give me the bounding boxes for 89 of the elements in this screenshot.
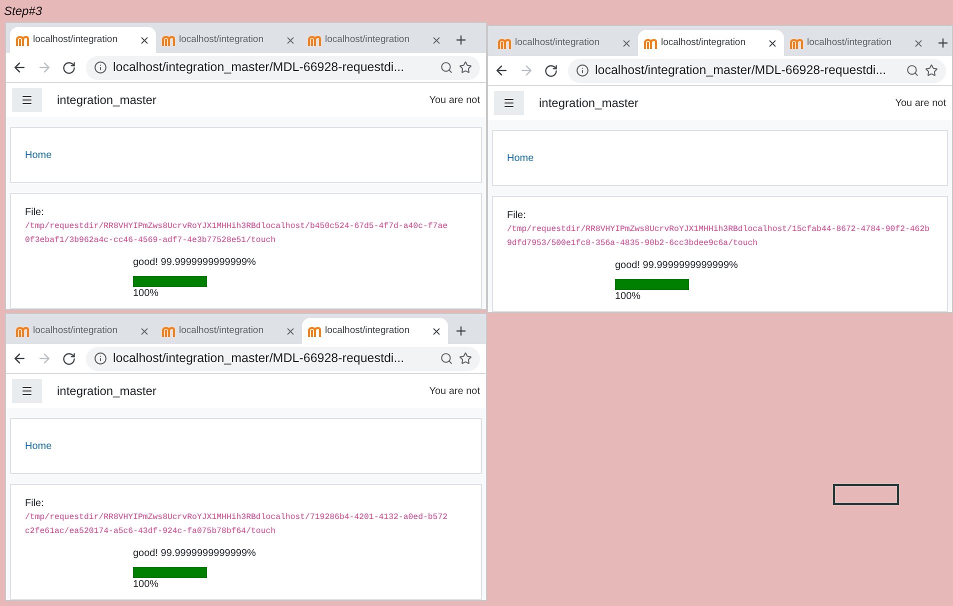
browser-tab[interactable]: localhost/integration (492, 30, 638, 56)
progress-label: 100% (133, 287, 160, 300)
address-bar[interactable]: localhost/integration_master/MDL-66928-requestdi... (86, 346, 480, 370)
site-name: integration_master (57, 92, 156, 109)
home-link[interactable]: Home (25, 438, 52, 454)
close-icon[interactable] (139, 326, 150, 336)
bookmark-star-icon[interactable] (925, 64, 938, 77)
menu-button[interactable] (12, 88, 42, 112)
favicon-icon (16, 34, 29, 46)
status-text: good! 99.9999999999999% (133, 547, 257, 561)
zoom-icon[interactable] (906, 64, 919, 77)
home-link[interactable]: Home (25, 148, 52, 162)
menu-button[interactable] (494, 91, 524, 115)
file-path: /tmp/requestdir/RR8VHYIPmZws8UcrvRoYJX1MHHih3RBdlocalhost/15cfab44-8672-4784-90f2-462b9dfd7953/500e1fc8-356a-4835-90b2-6cc3bdee9c6a/touch (507, 224, 931, 250)
browser-tab[interactable]: localhost/integration (302, 318, 448, 344)
site-name: integration_master (57, 383, 156, 400)
cell-selection-outline (833, 484, 899, 505)
tab-title: localhost/integration (807, 36, 892, 50)
close-icon[interactable] (431, 34, 442, 46)
file-label: File: (507, 209, 527, 223)
browser-tab[interactable]: localhost/integration (784, 30, 930, 56)
url-text: localhost/integration_master/MDL-66928-requestdi... (595, 62, 886, 80)
browser-tab[interactable]: localhost/integration (302, 27, 448, 53)
tab-title: localhost/integration (661, 36, 746, 50)
back-icon[interactable] (12, 60, 27, 75)
file-label: File: (25, 497, 45, 511)
status-text: good! 99.9999999999999% (615, 259, 739, 273)
url-text: localhost/integration_master/MDL-66928-requestdi... (113, 350, 404, 368)
favicon-icon (308, 326, 321, 336)
close-icon[interactable] (913, 38, 924, 48)
login-info: You are not (895, 96, 946, 110)
tab-title: localhost/integration (33, 324, 118, 338)
back-icon[interactable] (12, 351, 27, 366)
reload-icon[interactable] (62, 352, 76, 366)
close-icon[interactable] (621, 38, 632, 48)
favicon-icon (162, 34, 175, 46)
favicon-icon (498, 38, 511, 48)
browser-tab[interactable]: localhost/integration (156, 27, 302, 53)
file-path: /tmp/requestdir/RR8VHYIPmZws8UcrvRoYJX1MHHih3RBdlocalhost/b450c524-67d5-4f7d-a40c-f7ae0f3ebaf1/3b962a4c-cc46-4569-adf7-4e3b77528e51/touch (25, 221, 449, 247)
close-icon[interactable] (431, 326, 442, 336)
tab-title: localhost/integration (325, 324, 410, 338)
menu-icon (21, 94, 33, 106)
tab-title: localhost/integration (33, 32, 118, 47)
browser-tab[interactable]: localhost/integration (156, 318, 302, 344)
close-icon[interactable] (285, 34, 296, 46)
menu-icon (503, 97, 515, 109)
menu-icon (21, 385, 33, 397)
address-bar[interactable]: localhost/integration_master/MDL-66928-requestdi... (86, 56, 480, 80)
browser-tab[interactable]: localhost/integration (10, 318, 156, 344)
info-icon[interactable] (94, 352, 107, 365)
reload-icon[interactable] (62, 60, 76, 74)
step-caption: Step#3 (3, 3, 44, 20)
info-icon[interactable] (576, 64, 589, 77)
tab-title: localhost/integration (179, 32, 264, 47)
file-path: /tmp/requestdir/RR8VHYIPmZws8UcrvRoYJX1MHHih3RBdlocalhost/719286b4-4201-4132-a0ed-b572c2fe61ac/ea520174-a5c6-43df-924c-fa075b78bf64/touch (25, 512, 449, 538)
progress-label: 100% (133, 578, 160, 591)
file-label: File: (25, 206, 45, 220)
new-tab-icon[interactable] (454, 33, 468, 47)
favicon-icon (162, 326, 175, 336)
login-info: You are not (429, 384, 480, 398)
status-text: good! 99.9999999999999% (133, 256, 257, 270)
new-tab-icon[interactable] (936, 36, 950, 50)
url-text: localhost/integration_master/MDL-66928-requestdi... (113, 59, 404, 76)
menu-button[interactable] (12, 379, 42, 403)
zoom-icon[interactable] (440, 352, 453, 365)
close-icon[interactable] (139, 34, 150, 46)
favicon-icon (790, 38, 803, 48)
login-info: You are not (429, 94, 480, 108)
close-icon[interactable] (285, 326, 296, 336)
browser-tab[interactable]: localhost/integration (10, 27, 156, 53)
tab-title: localhost/integration (179, 324, 264, 338)
progress-label: 100% (615, 290, 642, 303)
favicon-icon (16, 326, 29, 336)
browser-tab[interactable]: localhost/integration (638, 30, 784, 56)
site-name: integration_master (539, 95, 638, 112)
new-tab-icon[interactable] (454, 324, 468, 338)
tab-title: localhost/integration (515, 36, 600, 50)
reload-icon[interactable] (544, 64, 558, 78)
bookmark-star-icon[interactable] (459, 352, 472, 365)
home-link[interactable]: Home (507, 150, 534, 166)
favicon-icon (308, 34, 321, 46)
favicon-icon (644, 38, 657, 48)
address-bar[interactable]: localhost/integration_master/MDL-66928-requestdi... (568, 58, 946, 82)
info-icon[interactable] (94, 61, 107, 74)
zoom-icon[interactable] (440, 61, 453, 74)
close-icon[interactable] (767, 38, 778, 48)
bookmark-star-icon[interactable] (459, 61, 472, 74)
back-icon[interactable] (494, 63, 509, 78)
tab-title: localhost/integration (325, 32, 410, 47)
